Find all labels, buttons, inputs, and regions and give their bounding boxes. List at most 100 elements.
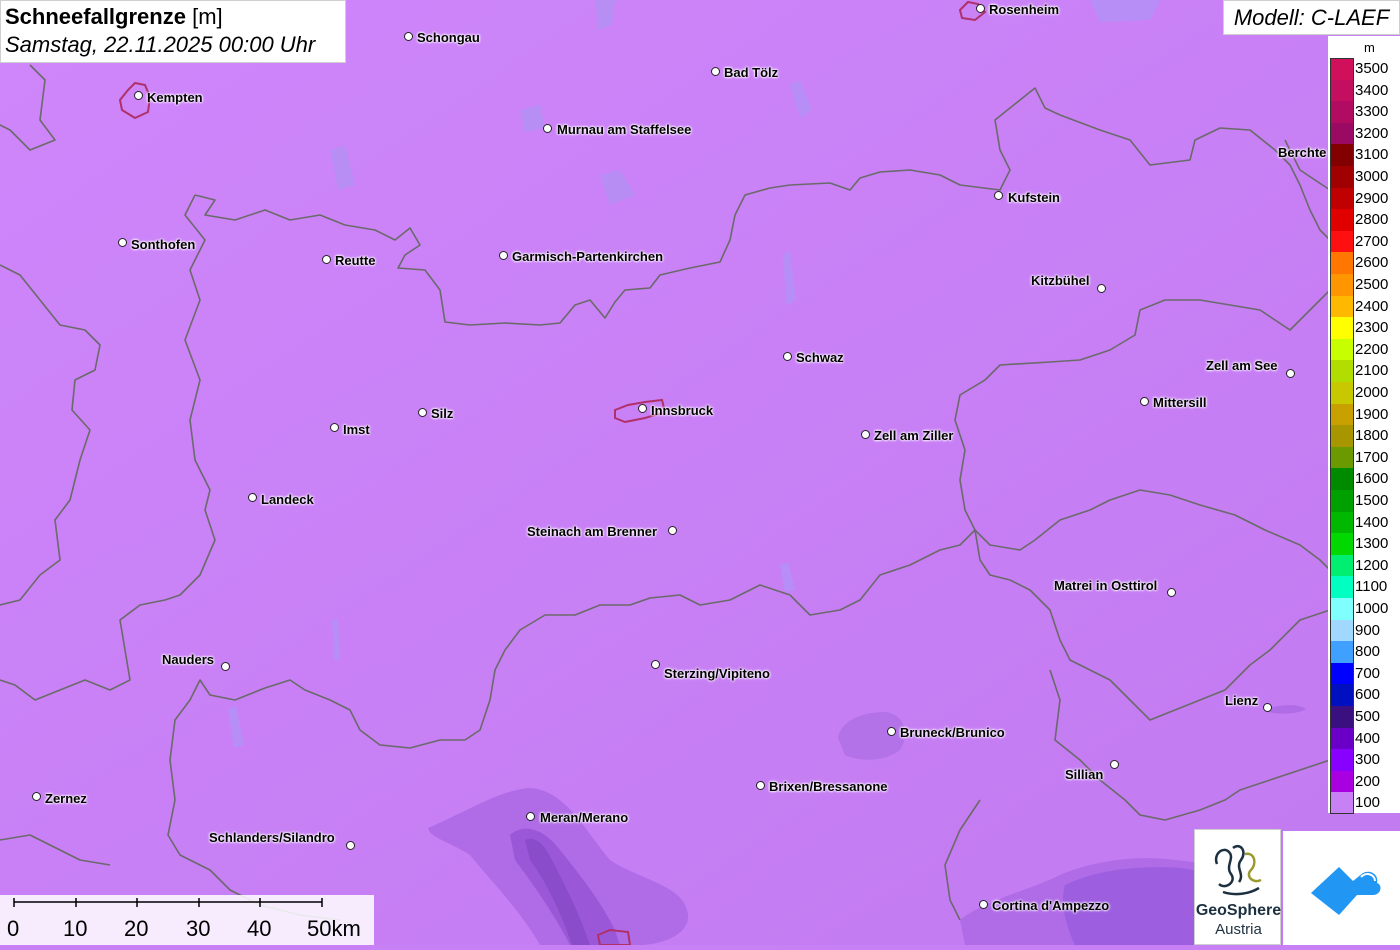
legend-swatch — [1330, 295, 1354, 318]
legend-label: 2400 — [1355, 297, 1389, 315]
legend-item: 2200 — [1328, 338, 1400, 361]
legend-swatch — [1330, 79, 1354, 102]
city-marker-dot — [756, 781, 765, 790]
city-label: Silz — [431, 406, 454, 421]
city-label: Schwaz — [796, 350, 844, 365]
legend-item: 2600 — [1328, 252, 1400, 275]
city-marker-dot — [1097, 284, 1106, 293]
scale-label: 40 — [247, 916, 272, 941]
legend-item: 2300 — [1328, 317, 1400, 340]
legend-item: 800 — [1328, 641, 1400, 664]
legend-unit: m — [1364, 40, 1375, 55]
legend-item: 1600 — [1328, 468, 1400, 491]
city-label: Nauders — [162, 652, 215, 667]
city-marker-dot — [1167, 588, 1176, 597]
legend-label: 2800 — [1355, 211, 1389, 229]
legend-swatch — [1330, 274, 1354, 296]
legend-item: 400 — [1328, 727, 1400, 750]
legend-swatch — [1330, 187, 1354, 210]
city-marker-dot — [221, 662, 230, 671]
legend-swatch — [1330, 209, 1354, 232]
legend-label: 3500 — [1355, 60, 1389, 77]
legend-label: 200 — [1355, 772, 1381, 790]
city-marker-dot — [651, 660, 660, 669]
map-title: Schneefallgrenze [m] — [5, 3, 341, 31]
legend-label: 2100 — [1355, 362, 1389, 380]
legend-label: 3300 — [1355, 103, 1389, 121]
legend-swatch — [1330, 338, 1354, 361]
city-marker-dot — [1110, 760, 1119, 769]
legend-label: 3100 — [1355, 146, 1389, 164]
city-label: Schongau — [417, 30, 480, 45]
legend-item: 2800 — [1328, 209, 1400, 232]
legend-swatch — [1330, 792, 1354, 815]
legend-item: 100 — [1328, 792, 1400, 815]
legend-item: 2100 — [1328, 360, 1400, 383]
geosphere-logo[interactable]: GeoSphere Austria — [1194, 829, 1281, 945]
legend-swatch — [1330, 144, 1354, 167]
legend-label: 3000 — [1355, 168, 1389, 185]
legend-item: 3100 — [1328, 144, 1400, 167]
legend-label: 2600 — [1355, 254, 1389, 272]
legend-label: 3400 — [1355, 81, 1389, 99]
legend-item: 1400 — [1328, 511, 1400, 534]
city-label: Matrei in Osttirol — [1054, 578, 1158, 593]
geosphere-name: GeoSphere — [1195, 902, 1282, 919]
legend-swatch — [1330, 684, 1354, 707]
city-label: Schlanders/Silandro — [209, 830, 335, 845]
legend-item: 500 — [1328, 706, 1400, 728]
legend-label: 600 — [1355, 686, 1381, 704]
legend-swatch — [1330, 317, 1354, 340]
city-label: Sonthofen — [131, 237, 196, 252]
legend-label: 1500 — [1355, 492, 1389, 509]
legend-swatch — [1330, 641, 1354, 664]
model-label: Modell: C-LAEF — [1223, 0, 1400, 35]
city-marker-dot — [994, 191, 1003, 200]
city-label: Brixen/Bressanone — [769, 779, 888, 794]
legend-swatch — [1330, 446, 1354, 469]
legend-item: 2400 — [1328, 295, 1400, 318]
title-unit: [m] — [192, 4, 223, 29]
color-legend: m 3500 3400 3300 3200 3100 3000 2900 2800 2700 26… — [1328, 36, 1400, 815]
city-marker-dot — [248, 493, 257, 502]
geosphere-sub: Austria — [1215, 921, 1262, 938]
city-label: Zell am Ziller — [874, 428, 954, 443]
legend-item: 900 — [1328, 619, 1400, 642]
legend-item: 600 — [1328, 684, 1400, 707]
legend-item: 2700 — [1328, 230, 1400, 253]
weather-app-logo[interactable] — [1283, 831, 1400, 945]
city-label: Murnau am Staffelsee — [557, 122, 692, 137]
city-marker-dot — [346, 841, 355, 850]
city-label: Lienz — [1225, 693, 1259, 708]
city-marker-dot — [418, 408, 427, 417]
legend-label: 1000 — [1355, 600, 1389, 617]
city-marker-dot — [861, 430, 870, 439]
legend-label: 1400 — [1355, 513, 1389, 531]
legend-swatch — [1330, 166, 1354, 188]
city-marker-dot — [134, 91, 143, 100]
city-marker-dot — [322, 255, 331, 264]
legend-item: 1800 — [1328, 425, 1400, 448]
legend-swatch — [1330, 662, 1354, 685]
legend-item: 2900 — [1328, 187, 1400, 210]
city-label: Garmisch-Partenkirchen — [512, 249, 664, 264]
legend-swatch — [1330, 122, 1354, 145]
city-marker-dot — [543, 124, 552, 133]
legend-label: 2000 — [1355, 384, 1389, 401]
legend-label: 1100 — [1355, 578, 1388, 596]
legend-item: 1300 — [1328, 533, 1400, 556]
snowline-field-100m — [0, 0, 1400, 945]
scale-bar: 0 10 20 30 40 50km — [0, 895, 374, 945]
legend-swatch — [1330, 58, 1354, 80]
city-marker-dot — [1140, 397, 1149, 406]
city-label: Bruneck/Brunico — [900, 725, 1005, 740]
legend-label: 300 — [1355, 751, 1381, 769]
map-canvas[interactable] — [0, 0, 1400, 945]
city-label: Berchte — [1278, 145, 1327, 160]
city-marker-dot — [499, 251, 508, 260]
legend-item: 3500 — [1328, 58, 1400, 80]
legend-swatch — [1330, 403, 1354, 426]
city-marker-dot — [668, 526, 677, 535]
city-label: Innsbruck — [651, 403, 714, 418]
legend-label: 100 — [1355, 794, 1381, 812]
